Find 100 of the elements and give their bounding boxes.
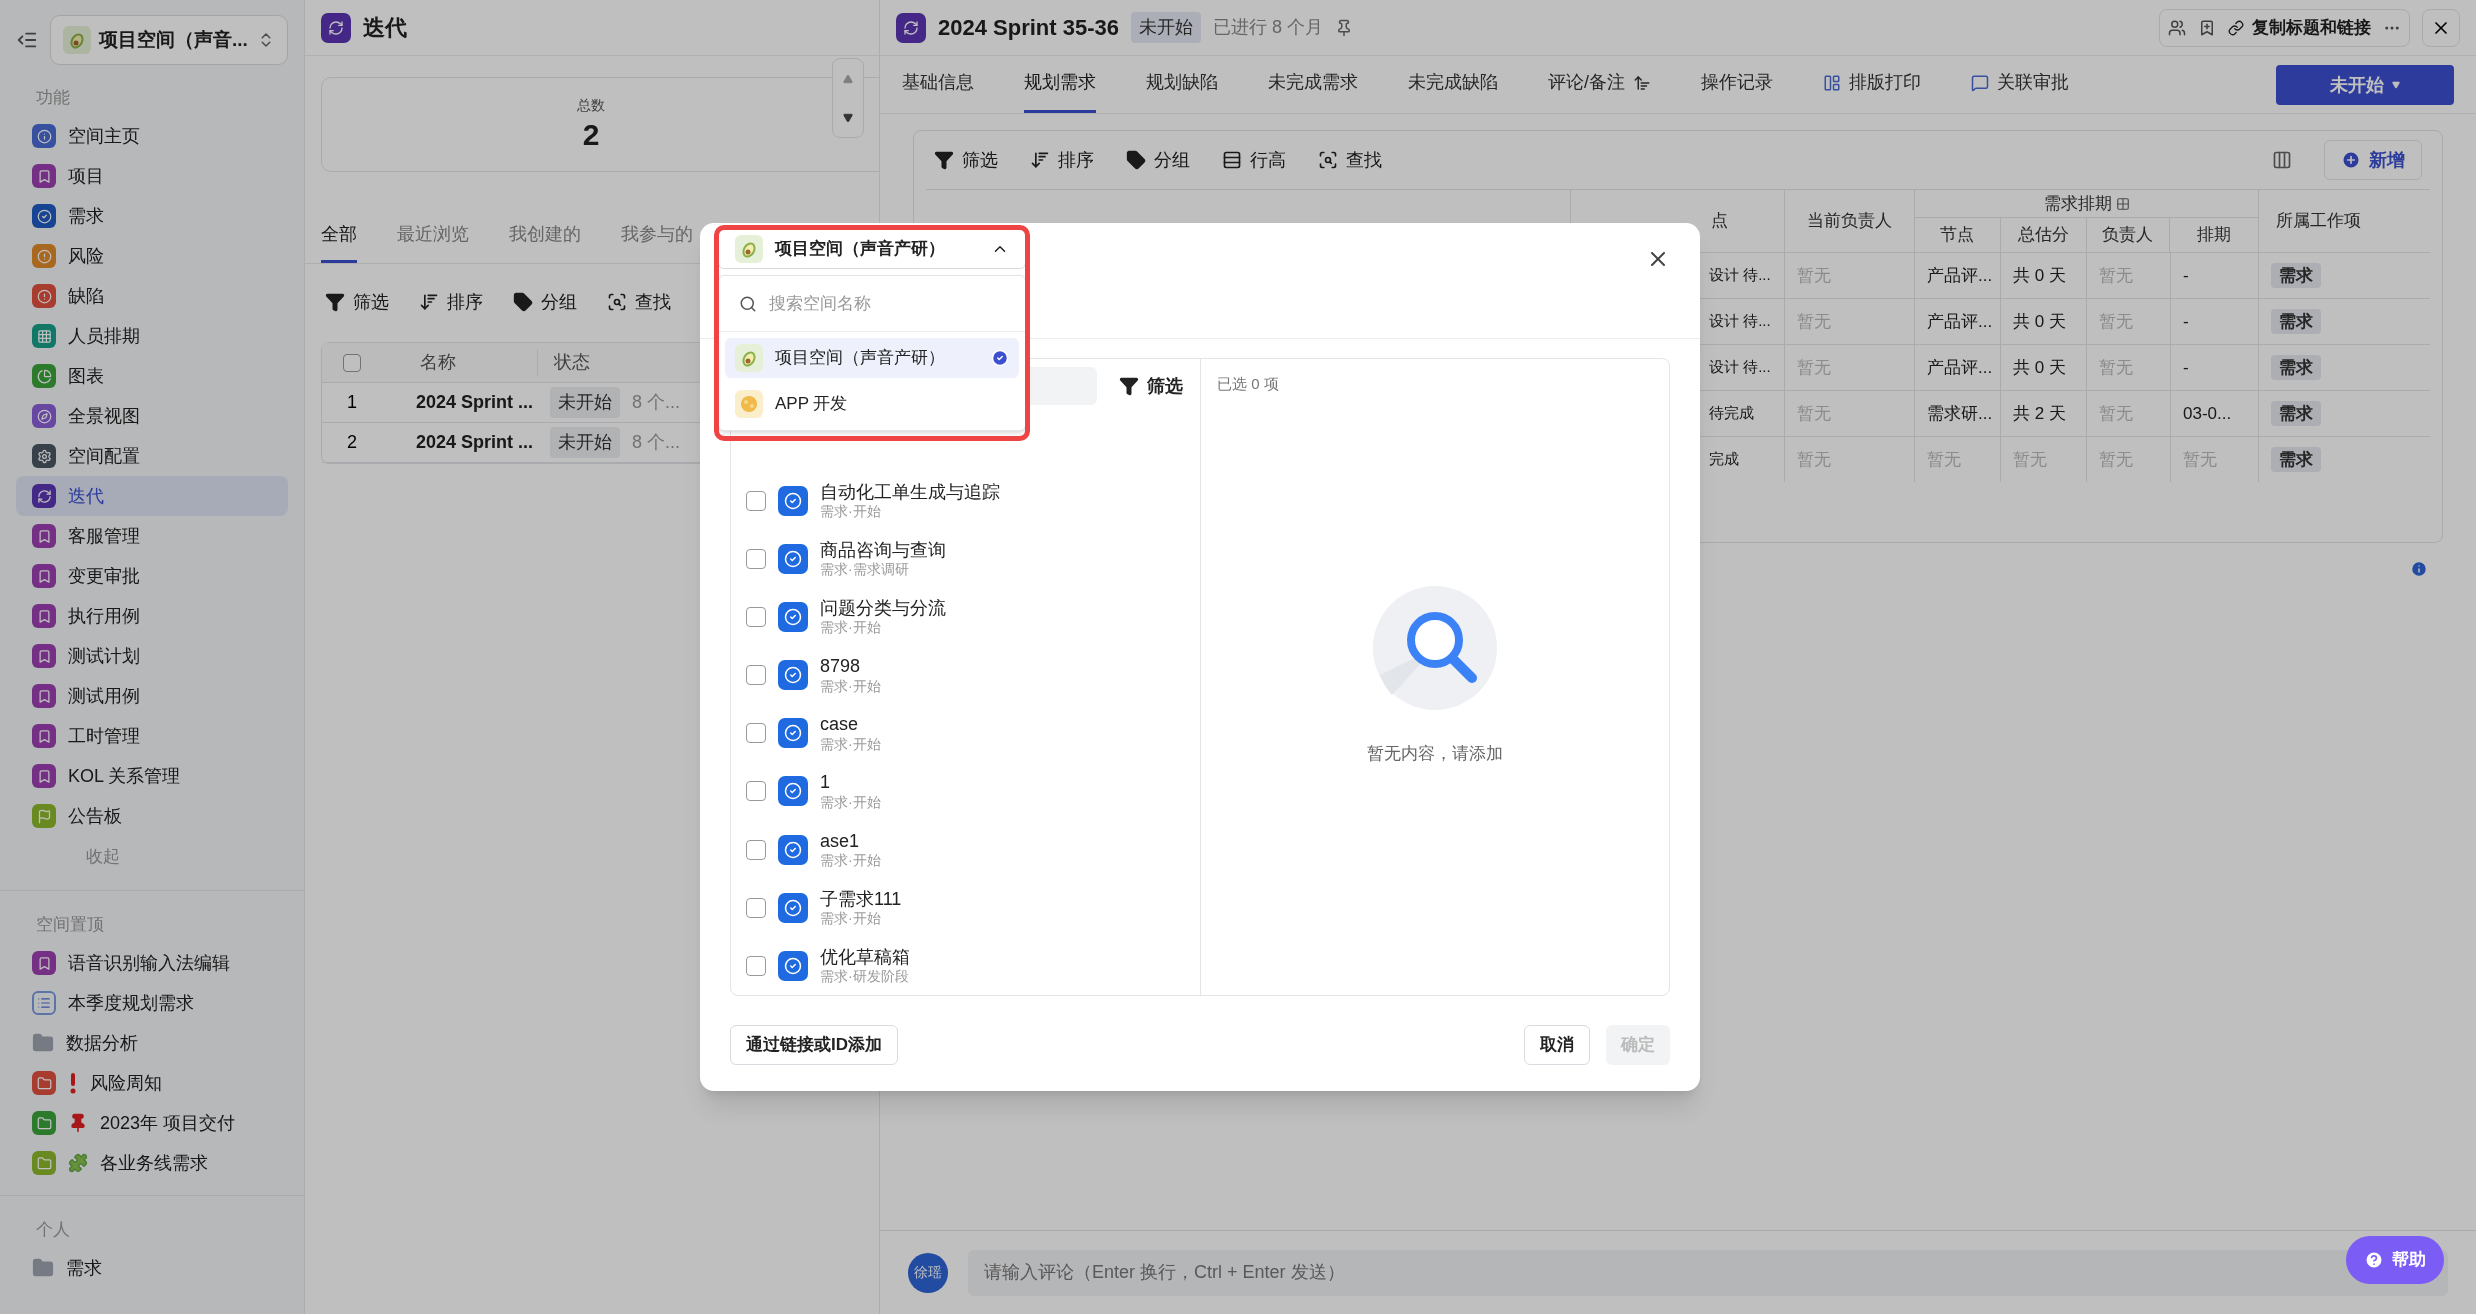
checkbox[interactable] — [746, 839, 766, 860]
sidebar-item[interactable]: 需求 — [16, 196, 288, 236]
space-switcher[interactable]: 项目空间（声音... — [50, 15, 288, 65]
sidebar-item[interactable]: 测试用例 — [16, 676, 288, 716]
toolbar-button[interactable]: 查找 — [607, 288, 671, 316]
status-tag: 未开始 — [550, 387, 620, 418]
tab[interactable]: 未完成需求 — [1268, 69, 1358, 113]
expand-icon[interactable] — [2115, 196, 2130, 211]
checkbox[interactable] — [746, 548, 766, 569]
add-by-link-button[interactable]: 通过链接或ID添加 — [730, 1025, 898, 1065]
table-cell-text: 2024 Sprint ... — [415, 431, 535, 454]
sidebar-item[interactable]: 风险周知 — [16, 1063, 288, 1103]
sidebar-item[interactable]: 本季度规划需求 — [16, 983, 288, 1023]
type-tag: 需求 — [2271, 446, 2321, 473]
sidebar-item[interactable]: 各业务线需求 — [16, 1143, 288, 1183]
sidebar-item[interactable]: 需求 — [16, 1248, 288, 1288]
checkbox[interactable] — [746, 723, 766, 744]
toolbar-button[interactable]: 查找 — [1318, 146, 1382, 174]
sidebar-item[interactable]: 图表 — [16, 356, 288, 396]
item-subtitle: 需求·研发阶段 — [820, 968, 910, 986]
tab[interactable]: 全部 — [321, 221, 357, 263]
sidebar-item[interactable]: 客服管理 — [16, 516, 288, 556]
info-icon[interactable] — [2410, 560, 2428, 578]
cookie-icon — [735, 390, 763, 418]
pin-icon[interactable] — [1335, 18, 1353, 37]
tab[interactable]: 排版打印 — [1823, 69, 1921, 113]
exclamation-icon — [68, 1072, 78, 1094]
checkbox[interactable] — [746, 490, 766, 511]
sidebar-item[interactable]: 空间配置 — [16, 436, 288, 476]
space-search-field[interactable]: 搜索空间名称 — [769, 290, 1005, 317]
toolbar-button[interactable]: 排序 — [1030, 146, 1094, 174]
close-button[interactable] — [2422, 8, 2460, 47]
requirement-icon — [778, 718, 808, 749]
toolbar-button[interactable]: 分组 — [1126, 146, 1190, 174]
add-button[interactable]: 新增 — [2324, 140, 2422, 180]
cycle-icon — [896, 12, 926, 43]
table-cell-text: 8 个... — [632, 431, 680, 454]
sidebar-item[interactable]: 执行用例 — [16, 596, 288, 636]
help-button[interactable]: 帮助 — [2346, 1236, 2444, 1284]
sidebar-item[interactable]: 人员排期 — [16, 316, 288, 356]
sidebar-item[interactable]: 项目 — [16, 156, 288, 196]
tab[interactable]: 关联审批 — [1971, 69, 2069, 113]
folder-icon — [32, 1257, 54, 1279]
tab[interactable]: 评论/备注 — [1548, 69, 1651, 113]
sidebar-item[interactable]: 测试计划 — [16, 636, 288, 676]
cycle-icon — [321, 12, 351, 43]
toolbar-button[interactable]: 排序 — [419, 288, 483, 316]
sidebar-item[interactable]: 工时管理 — [16, 716, 288, 756]
sidebar-item[interactable]: 全景视图 — [16, 396, 288, 436]
checkbox[interactable] — [746, 781, 766, 802]
sidebar-item[interactable]: 迭代 — [16, 476, 288, 516]
item-subtitle: 需求·开始 — [820, 735, 881, 754]
sidebar-item[interactable]: 空间主页 — [16, 116, 288, 156]
checkbox[interactable] — [746, 955, 766, 976]
table-cell-text: 设计 待... — [1709, 311, 1771, 332]
cancel-button[interactable]: 取消 — [1524, 1025, 1590, 1065]
sidebar-item[interactable]: 语音识别输入法编辑 — [16, 943, 288, 983]
sidebar-item[interactable]: 数据分析 — [16, 1023, 288, 1063]
tab[interactable]: 规划缺陷 — [1146, 69, 1218, 113]
toolbar-button[interactable]: 筛选 — [325, 288, 389, 316]
sidebar-item[interactable]: 风险 — [16, 236, 288, 276]
copy-link-button[interactable]: 复制标题和链接 — [2228, 14, 2371, 41]
tab[interactable]: 规划需求 — [1024, 69, 1096, 113]
item-title: ase1 — [820, 829, 861, 853]
user-avatar: 徐瑶 — [908, 1252, 948, 1293]
checkbox[interactable] — [746, 665, 766, 686]
sort-icon — [1030, 150, 1050, 170]
table-cell-text: 共 0 天 — [2013, 356, 2066, 379]
up-arrow-icon[interactable] — [843, 73, 853, 84]
tag-icon — [1126, 150, 1146, 170]
columns-icon[interactable] — [2272, 150, 2292, 170]
filter-button[interactable]: 筛选 — [1119, 372, 1183, 400]
tab[interactable]: 未完成缺陷 — [1408, 69, 1498, 113]
table-cell-text: 共 0 天 — [2013, 264, 2066, 287]
down-arrow-icon[interactable] — [843, 112, 853, 123]
checkbox[interactable] — [746, 897, 766, 918]
sidebar-item[interactable]: 公告板 — [16, 796, 288, 836]
space-option[interactable]: 项目空间（声音产研） — [725, 338, 1019, 378]
sidebar-item[interactable]: KOL 关系管理 — [16, 756, 288, 796]
requirement-icon — [778, 776, 808, 807]
filter-icon — [325, 292, 345, 312]
tab[interactable]: 操作记录 — [1701, 69, 1773, 113]
toolbar-button[interactable]: 筛选 — [934, 146, 998, 174]
members-icon[interactable] — [2168, 18, 2186, 37]
select-all-checkbox[interactable] — [343, 353, 361, 372]
checkbox[interactable] — [746, 606, 766, 627]
status-dropdown[interactable]: 未开始 — [2276, 65, 2454, 105]
toolbar-button[interactable]: 分组 — [513, 288, 577, 316]
sidebar-item[interactable]: 2023年 项目交付 — [16, 1103, 288, 1143]
sidebar-item[interactable]: 缺陷 — [16, 276, 288, 316]
sidebar-item[interactable]: 变更审批 — [16, 556, 288, 596]
item-subtitle: 需求·需求调研 — [820, 561, 910, 579]
table-cell-text: 产品评... — [1927, 310, 1993, 333]
tab[interactable]: 基础信息 — [902, 69, 974, 113]
item-title: 商品咨询与查询 — [820, 538, 946, 562]
bookmark-icon[interactable] — [2198, 18, 2216, 37]
toolbar-button[interactable]: 行高 — [1222, 146, 1286, 174]
requirement-icon — [778, 485, 808, 516]
space-option[interactable]: APP 开发 — [725, 384, 1019, 424]
column-header: 总估分 — [2017, 224, 2069, 247]
